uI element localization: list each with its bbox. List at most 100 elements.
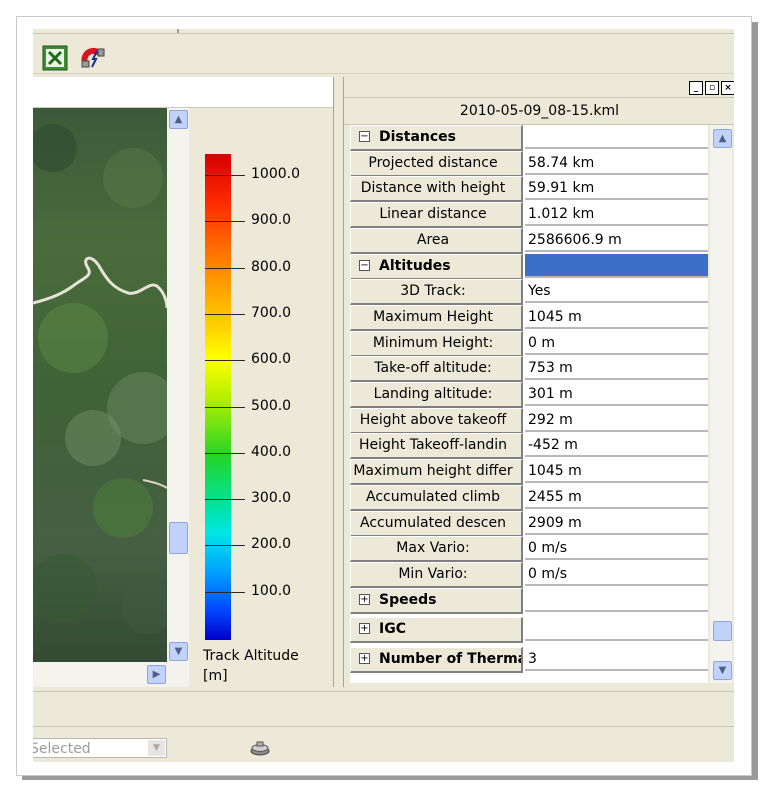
property-name-cell[interactable]: Linear distance	[350, 202, 523, 228]
scroll-up-arrow-icon[interactable]: ▲	[713, 129, 732, 148]
property-category-label: Speeds	[379, 592, 437, 608]
property-grid-scrollbar[interactable]: ▲ ▼	[710, 125, 732, 683]
property-row[interactable]: Height above takeoff 292 m	[350, 408, 708, 434]
property-value-cell[interactable]: 2586606.9 m	[525, 228, 708, 252]
property-row[interactable]: Distance with height 59.91 km	[350, 176, 708, 202]
property-name-cell[interactable]: Height above takeoff	[350, 408, 523, 434]
expand-icon[interactable]: +	[359, 623, 370, 634]
property-value-cell[interactable]: 1045 m	[525, 459, 708, 483]
close-icon[interactable]: ×	[721, 81, 734, 95]
chevron-down-icon[interactable]: ▼	[148, 740, 165, 756]
property-name-cell[interactable]: 3D Track:	[350, 279, 523, 305]
property-row[interactable]: Min Vario: 0 m/s	[350, 562, 708, 588]
property-grid: − Distances Projected distance 58.74 km Dist…	[350, 125, 708, 683]
property-name-cell[interactable]: Area	[350, 228, 523, 254]
expand-icon[interactable]: +	[359, 653, 370, 664]
property-value-cell[interactable]	[525, 617, 708, 641]
property-value-cell[interactable]: 1045 m	[525, 305, 708, 329]
legend-tick-mark	[205, 407, 245, 408]
property-category-row[interactable]: − Altitudes	[350, 254, 708, 280]
map-scroll-thumb[interactable]	[169, 522, 188, 554]
legend-tick-label: 300.0	[251, 490, 292, 506]
property-value-cell[interactable]: Yes	[525, 279, 708, 303]
legend-tick-mark	[205, 499, 245, 500]
property-name-cell[interactable]: Min Vario:	[350, 562, 523, 588]
property-value-cell[interactable]: 753 m	[525, 356, 708, 380]
property-row[interactable]: Height Takeoff-landin -452 m	[350, 433, 708, 459]
property-value-cell[interactable]	[525, 588, 708, 612]
property-name-cell[interactable]: − Altitudes	[350, 254, 523, 280]
legend-tick-mark	[205, 545, 245, 546]
property-value-cell[interactable]: 301 m	[525, 382, 708, 406]
property-name-cell[interactable]: + IGC	[350, 617, 523, 643]
property-value-cell[interactable]: 0 m/s	[525, 562, 708, 586]
property-name-cell[interactable]: Maximum height differ	[350, 459, 523, 485]
property-category-row[interactable]: − Distances	[350, 125, 708, 151]
property-category-row[interactable]: + Speeds	[350, 588, 708, 614]
scroll-down-arrow-icon[interactable]: ▼	[169, 642, 188, 661]
restore-icon[interactable]: ▫	[705, 81, 719, 95]
selection-combo-value: Selected	[33, 741, 91, 757]
property-row[interactable]: Take-off altitude: 753 m	[350, 356, 708, 382]
collapse-icon[interactable]: −	[359, 260, 370, 271]
property-row[interactable]: Accumulated climb 2455 m	[350, 485, 708, 511]
satellite-map[interactable]	[33, 108, 179, 662]
selection-combo[interactable]: Selected ▼	[33, 738, 167, 758]
property-value-cell[interactable]	[525, 254, 708, 278]
property-row[interactable]: Area 2586606.9 m	[350, 228, 708, 254]
property-value-cell[interactable]: 3	[525, 647, 708, 671]
legend-tick-label: 100.0	[251, 583, 292, 599]
property-name-cell[interactable]: + Speeds	[350, 588, 523, 614]
property-value-cell[interactable]: 59.91 km	[525, 176, 708, 200]
property-row[interactable]: 3D Track: Yes	[350, 279, 708, 305]
property-row[interactable]: Max Vario: 0 m/s	[350, 536, 708, 562]
minimize-icon[interactable]: _	[689, 81, 703, 95]
property-name-cell[interactable]: Height Takeoff-landin	[350, 433, 523, 459]
property-row[interactable]: Accumulated descen 2909 m	[350, 511, 708, 537]
collapse-icon[interactable]: −	[359, 131, 370, 142]
scroll-down-arrow-icon[interactable]: ▼	[713, 661, 732, 680]
property-name-cell[interactable]: − Distances	[350, 125, 523, 151]
property-row[interactable]: Projected distance 58.74 km	[350, 151, 708, 177]
property-value-cell[interactable]: 58.74 km	[525, 151, 708, 175]
property-row[interactable]: Minimum Height: 0 m	[350, 331, 708, 357]
property-value-cell[interactable]: 1.012 km	[525, 202, 708, 226]
property-value-cell[interactable]: 2455 m	[525, 485, 708, 509]
property-value-cell[interactable]: 0 m	[525, 331, 708, 355]
map-horizontal-scrollbar[interactable]: ▶	[33, 664, 167, 684]
property-name-cell[interactable]: Accumulated climb	[350, 485, 523, 511]
property-name: Height Takeoff-landin	[358, 437, 508, 453]
map-vertical-scrollbar[interactable]: ▲ ▼	[167, 108, 189, 662]
property-name-cell[interactable]: Landing altitude:	[350, 382, 523, 408]
property-value-cell[interactable]: 2909 m	[525, 511, 708, 535]
property-value-cell[interactable]	[525, 125, 708, 149]
property-category-row[interactable]: + IGC	[350, 617, 708, 643]
property-name-cell[interactable]: Projected distance	[350, 151, 523, 177]
scroll-up-arrow-icon[interactable]: ▲	[169, 110, 188, 129]
property-value-cell[interactable]: 0 m/s	[525, 536, 708, 560]
legend-tick-mark	[205, 592, 245, 593]
property-name: Accumulated climb	[365, 489, 501, 505]
property-name-cell[interactable]: Accumulated descen	[350, 511, 523, 537]
property-name-cell[interactable]: Take-off altitude:	[350, 356, 523, 382]
properties-pane: _ ▫ × 2010-05-09_08-15.kml − Distances Proje…	[343, 77, 734, 687]
property-value-cell[interactable]: -452 m	[525, 433, 708, 457]
property-scroll-thumb[interactable]	[713, 621, 732, 641]
property-name-cell[interactable]: Max Vario:	[350, 536, 523, 562]
property-name-cell[interactable]: + Number of Thermal	[350, 647, 523, 673]
property-name-cell[interactable]: Minimum Height:	[350, 331, 523, 357]
drive-icon[interactable]	[249, 741, 271, 757]
property-value-cell[interactable]: 292 m	[525, 408, 708, 432]
excel-export-icon[interactable]	[42, 45, 68, 71]
scroll-right-arrow-icon[interactable]: ▶	[147, 665, 166, 684]
property-category-row[interactable]: + Number of Thermal 3	[350, 647, 708, 673]
property-row[interactable]: Landing altitude: 301 m	[350, 382, 708, 408]
property-row[interactable]: Linear distance 1.012 km	[350, 202, 708, 228]
property-name-cell[interactable]: Distance with height	[350, 176, 523, 202]
expand-icon[interactable]: +	[359, 594, 370, 605]
property-name-cell[interactable]: Maximum Height	[350, 305, 523, 331]
property-row[interactable]: Maximum Height 1045 m	[350, 305, 708, 331]
magnet-icon[interactable]	[80, 45, 106, 71]
legend-tick-label: 900.0	[251, 212, 292, 228]
property-row[interactable]: Maximum height differ 1045 m	[350, 459, 708, 485]
